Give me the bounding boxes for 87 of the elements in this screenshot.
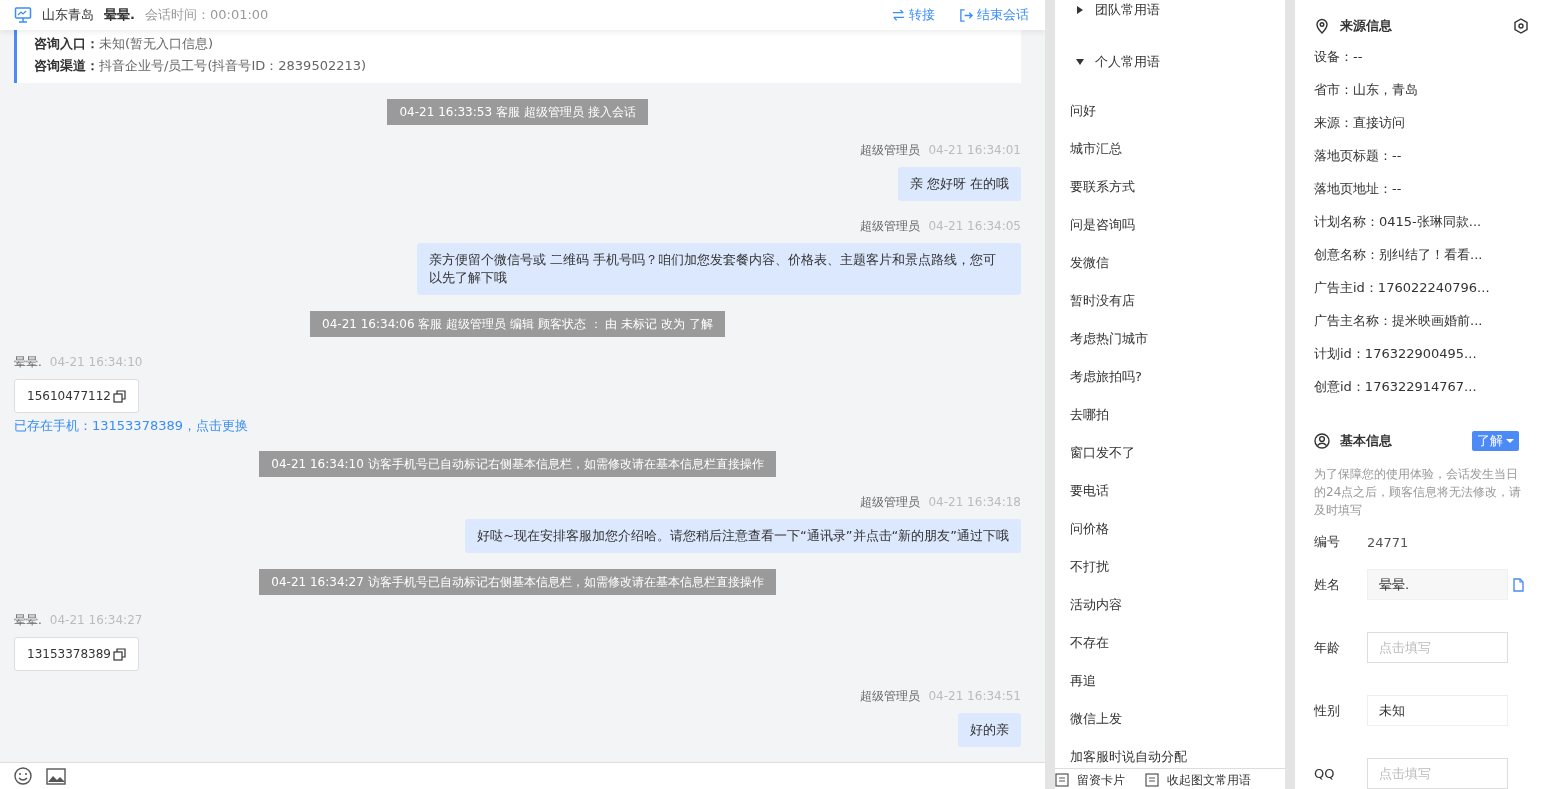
- message-time: 04-21 16:34:10: [49, 354, 143, 370]
- swap-icon: [891, 7, 906, 23]
- system-notice: 04-21 16:33:53 客服 超级管理员 接入会话: [387, 99, 648, 125]
- field-label: 编号: [1314, 533, 1341, 551]
- session-time: 会话时间：00:01:00: [144, 6, 269, 24]
- image-icon[interactable]: [46, 767, 66, 785]
- sender-name: 晕晕.: [14, 612, 42, 628]
- caret-down-icon: [1506, 439, 1514, 443]
- sender-name: 超级管理员: [860, 218, 921, 234]
- document-icon: [1055, 773, 1069, 787]
- phrase-item[interactable]: 微信上发: [1055, 700, 1285, 738]
- field-value: 24771: [1367, 534, 1409, 550]
- phrase-item[interactable]: 发微信: [1055, 244, 1285, 282]
- phrase-item[interactable]: 考虑热门城市: [1055, 320, 1285, 358]
- system-notice: 04-21 16:34:06 客服 超级管理员 编辑 顾客状态 ： 由 未标记 改为 了解: [310, 311, 725, 337]
- user-icon: [1314, 433, 1330, 449]
- source-field: 广告主id：176022240796...: [1314, 271, 1529, 304]
- copy-icon[interactable]: [1511, 577, 1525, 592]
- phrase-item[interactable]: 问是咨询吗: [1055, 206, 1285, 244]
- phrase-item[interactable]: 去哪拍: [1055, 396, 1285, 434]
- phrase-item[interactable]: 问价格: [1055, 510, 1285, 548]
- location-pin-icon: [1314, 17, 1330, 34]
- source-field: 创意名称：别纠结了！看看...: [1314, 238, 1529, 271]
- phrase-item[interactable]: 再追: [1055, 662, 1285, 700]
- message-time: 04-21 16:34:18: [928, 494, 1021, 510]
- phrase-item[interactable]: 问好: [1055, 92, 1285, 130]
- phrase-item[interactable]: 城市汇总: [1055, 130, 1285, 168]
- phrase-item[interactable]: 不打扰: [1055, 548, 1285, 586]
- phrase-group-header[interactable]: 个人常用语: [1055, 52, 1285, 72]
- phone-number: 13153378389: [27, 647, 111, 661]
- phrase-item[interactable]: 活动内容: [1055, 586, 1285, 624]
- phrase-item[interactable]: 考虑旅拍吗?: [1055, 358, 1285, 396]
- phrase-item[interactable]: 暂时没有店: [1055, 282, 1285, 320]
- visitor-name: 晕晕.: [104, 6, 135, 24]
- section-title: 基本信息: [1340, 432, 1392, 450]
- field-label: 姓名: [1314, 575, 1341, 594]
- field-label: 年龄: [1314, 638, 1341, 657]
- message-time: 04-21 16:34:51: [928, 688, 1021, 704]
- sender-name: 超级管理员: [860, 494, 921, 510]
- sender-name: 晕晕.: [14, 354, 42, 370]
- source-field: 省市：山东，青岛: [1314, 73, 1529, 106]
- source-field: 计划id：176322900495...: [1314, 337, 1529, 370]
- emoji-icon[interactable]: [14, 767, 32, 785]
- footer-button[interactable]: 留资卡片: [1055, 771, 1125, 789]
- message-time: 04-21 16:34:27: [49, 612, 143, 628]
- message-bubble: 亲 您好呀 在的哦: [897, 167, 1021, 201]
- phrase-item[interactable]: 加客服时说自动分配: [1055, 738, 1285, 768]
- select-field[interactable]: 未知: [1367, 695, 1508, 726]
- notice-text: 为了保障您的使用体验，会话发生当日的24点之后，顾客信息将无法修改，请及时填写: [1314, 466, 1523, 519]
- settings-icon[interactable]: [1513, 17, 1529, 34]
- phrase-item[interactable]: 要联系方式: [1055, 168, 1285, 206]
- source-field: 来源：直接访问: [1314, 106, 1529, 139]
- input-field[interactable]: 点击填写: [1367, 758, 1508, 789]
- system-notice: 04-21 16:34:10 访客手机号已自动标记右侧基本信息栏，如需修改请在基本信息栏直接操作: [259, 451, 776, 477]
- visitor-location: 山东青岛: [42, 6, 94, 24]
- phrase-group-header[interactable]: 团队常用语: [1055, 0, 1285, 20]
- document-icon: [1145, 773, 1159, 787]
- info-line: 咨询入口：未知(暂无入口信息): [34, 35, 215, 53]
- phrase-item[interactable]: 窗口发不了: [1055, 434, 1285, 472]
- source-field: 计划名称：0415-张琳同款...: [1314, 205, 1529, 238]
- name-field: 晕晕.: [1367, 569, 1508, 600]
- copy-icon: [113, 389, 126, 403]
- input-field[interactable]: 点击填写: [1367, 632, 1508, 663]
- field-label: QQ: [1314, 766, 1336, 781]
- section-title: 来源信息: [1340, 16, 1392, 35]
- exit-icon: [959, 7, 974, 23]
- source-field: 设备：--: [1314, 40, 1529, 73]
- phrase-item[interactable]: 要电话: [1055, 472, 1285, 510]
- system-notice: 04-21 16:34:27 访客手机号已自动标记右侧基本信息栏，如需修改请在基本信息栏直接操作: [259, 569, 776, 595]
- field-label: 性别: [1314, 701, 1341, 720]
- source-field: 创意id：176322914767...: [1314, 370, 1529, 403]
- info-line: 咨询渠道：抖音企业号/员工号(抖音号ID：2839502213): [34, 57, 368, 75]
- sender-name: 超级管理员: [860, 688, 921, 704]
- phrase-item[interactable]: 不存在: [1055, 624, 1285, 662]
- source-field: 广告主名称：提米映画婚前...: [1314, 304, 1529, 337]
- message-bubble: 亲方便留个微信号或 二维码 手机号吗？咱们加您发套餐内容、价格表、主题客片和景点路线，您可以先了解下哦: [417, 243, 1021, 295]
- copy-icon: [113, 647, 126, 661]
- monitor-icon: [14, 6, 32, 24]
- source-field: 落地页标题：--: [1314, 139, 1529, 172]
- source-field: 落地页地址：--: [1314, 172, 1529, 205]
- message-bubble: 好的亲: [958, 713, 1021, 747]
- message-time: 04-21 16:34:01: [928, 142, 1021, 158]
- message-bubble: 好哒~现在安排客服加您介绍哈。请您稍后注意查看一下“通讯录”并点击“新的朋友”通过下哦: [465, 519, 1021, 553]
- footer-button[interactable]: 收起图文常用语: [1145, 771, 1251, 789]
- message-time: 04-21 16:34:05: [928, 218, 1021, 234]
- phone-number: 15610477112: [27, 389, 111, 403]
- sender-name: 超级管理员: [860, 142, 921, 158]
